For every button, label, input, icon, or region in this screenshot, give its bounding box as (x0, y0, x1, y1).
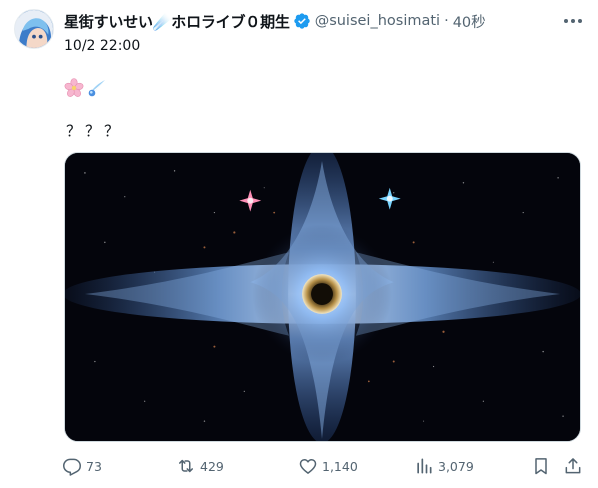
views-button[interactable]: 3,079 (414, 454, 474, 478)
relative-time[interactable]: 40秒 (453, 11, 486, 32)
views-icon (417, 458, 432, 474)
action-bar: 73 429 1,140 3,079 (62, 454, 588, 478)
reply-button[interactable]: 73 (62, 454, 102, 478)
emoji-line (64, 76, 107, 100)
post-image[interactable] (64, 152, 581, 442)
post-date: 10/2 22:00 (64, 38, 141, 54)
more-options-icon (564, 19, 582, 23)
post-text: ？？？ (66, 122, 124, 140)
repost-icon (179, 459, 193, 473)
share-button[interactable] (562, 455, 584, 477)
views-count: 3,079 (438, 458, 474, 474)
more-options-button[interactable] (560, 12, 586, 30)
share-icon (565, 458, 581, 474)
cherry-blossom-emoji (64, 78, 84, 97)
handle[interactable]: @suisei_hosimati (315, 13, 440, 29)
repost-button[interactable]: 429 (176, 454, 224, 478)
repost-count: 429 (200, 458, 224, 474)
comet-emoji (88, 80, 105, 97)
post-header: 星街すいせい☄️ホロライブ０期生 @suisei_hosimati · 40秒 (64, 10, 598, 32)
display-name[interactable]: 星街すいせい☄️ホロライブ０期生 (64, 11, 290, 32)
avatar[interactable] (14, 9, 54, 49)
verified-badge-icon (294, 13, 310, 29)
like-icon (299, 459, 317, 474)
reply-count: 73 (86, 458, 102, 474)
bookmark-button[interactable] (530, 455, 552, 477)
bookmark-icon (535, 458, 547, 475)
separator-dot: · (444, 13, 449, 29)
like-count: 1,140 (322, 458, 358, 474)
reply-icon (63, 458, 81, 476)
like-button[interactable]: 1,140 (298, 454, 358, 478)
